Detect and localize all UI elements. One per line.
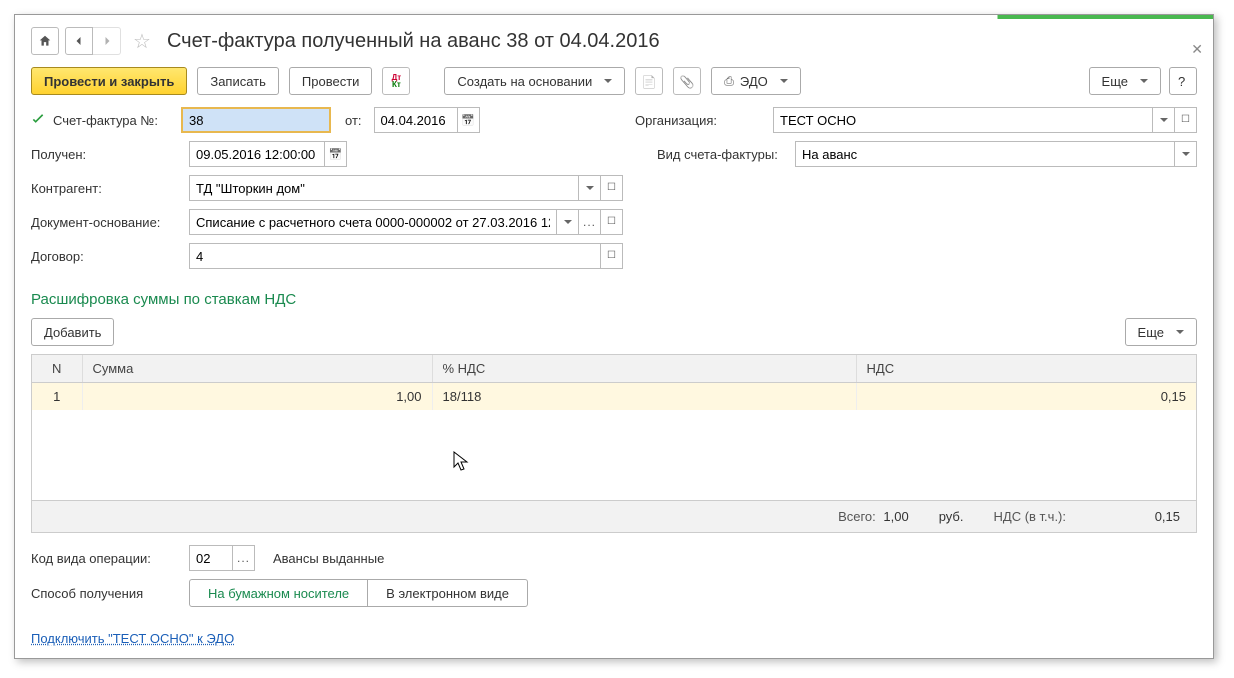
totals-bar: Всего: 1,00 руб. НДС (в т.ч.): 0,15 [31, 501, 1197, 533]
open-icon[interactable] [1175, 107, 1197, 133]
basis-input[interactable] [189, 209, 557, 235]
home-button[interactable] [31, 27, 59, 55]
invoice-type-label: Вид счета-фактуры: [657, 147, 787, 162]
contract-input[interactable] [189, 243, 601, 269]
clip-icon [680, 74, 695, 89]
invoice-no-label: Счет-фактура №: [53, 113, 173, 128]
vat-section-title: Расшифровка суммы по ставкам НДС [15, 285, 1213, 318]
print-button[interactable] [635, 67, 663, 95]
col-n: N [32, 355, 82, 383]
basis-label: Документ-основание: [31, 215, 181, 230]
received-input[interactable] [189, 141, 325, 167]
op-code-input[interactable] [189, 545, 233, 571]
open-icon[interactable] [601, 243, 623, 269]
counterparty-label: Контрагент: [31, 181, 181, 196]
receive-method-toggle: На бумажном носителе В электронном виде [189, 579, 528, 607]
calendar-icon[interactable] [458, 107, 480, 133]
from-date-input[interactable] [374, 107, 458, 133]
open-icon[interactable] [601, 209, 623, 235]
dtkt-button[interactable]: ДтКт [382, 67, 410, 95]
page-title: Счет-фактура полученный на аванс 38 от 0… [167, 30, 660, 53]
dropdown-icon[interactable] [1175, 141, 1197, 167]
attach-button[interactable] [673, 67, 701, 95]
op-code-desc: Авансы выданные [273, 551, 384, 566]
counterparty-input[interactable] [189, 175, 579, 201]
favorite-icon[interactable]: ☆ [133, 29, 151, 54]
col-sum: Сумма [82, 355, 432, 383]
received-label: Получен: [31, 147, 181, 162]
org-label: Организация: [635, 113, 765, 128]
from-label: от: [345, 113, 362, 128]
edo-button[interactable]: ⎙ЭДО [711, 67, 800, 95]
org-input[interactable] [773, 107, 1153, 133]
calendar-icon[interactable] [325, 141, 347, 167]
connect-edo-link[interactable]: Подключить "ТЕСТ ОСНО" к ЭДО [15, 621, 250, 658]
table-more-button[interactable]: Еще [1125, 318, 1197, 346]
invoice-no-input[interactable] [181, 107, 331, 133]
table-row[interactable]: 1 1,00 18/118 0,15 [32, 383, 1196, 411]
receive-method-label: Способ получения [31, 586, 181, 601]
document-icon [642, 74, 657, 89]
dropdown-icon[interactable] [557, 209, 579, 235]
dropdown-icon[interactable] [1153, 107, 1175, 133]
vat-table[interactable]: N Сумма % НДС НДС 1 1,00 18/118 0,15 [31, 354, 1197, 501]
electronic-option[interactable]: В электронном виде [368, 579, 528, 607]
more-button[interactable]: Еще [1089, 67, 1161, 95]
invoice-type-input[interactable] [795, 141, 1175, 167]
ellipsis-icon[interactable] [233, 545, 255, 571]
close-icon[interactable]: ✕ [1191, 41, 1203, 58]
status-posted-icon [31, 113, 45, 127]
edo-icon: ⎙ [724, 74, 734, 89]
create-based-button[interactable]: Создать на основании [444, 67, 625, 95]
ellipsis-icon[interactable] [579, 209, 601, 235]
back-button[interactable] [65, 27, 93, 55]
post-close-button[interactable]: Провести и закрыть [31, 67, 187, 95]
dropdown-icon[interactable] [579, 175, 601, 201]
record-button[interactable]: Записать [197, 67, 279, 95]
post-button[interactable]: Провести [289, 67, 373, 95]
help-button[interactable]: ? [1169, 67, 1197, 95]
op-code-label: Код вида операции: [31, 551, 181, 566]
add-row-button[interactable]: Добавить [31, 318, 114, 346]
col-vat: НДС [856, 355, 1196, 383]
open-icon[interactable] [601, 175, 623, 201]
col-vat-rate: % НДС [432, 355, 856, 383]
contract-label: Договор: [31, 249, 181, 264]
paper-option[interactable]: На бумажном носителе [189, 579, 368, 607]
forward-button[interactable] [93, 27, 121, 55]
